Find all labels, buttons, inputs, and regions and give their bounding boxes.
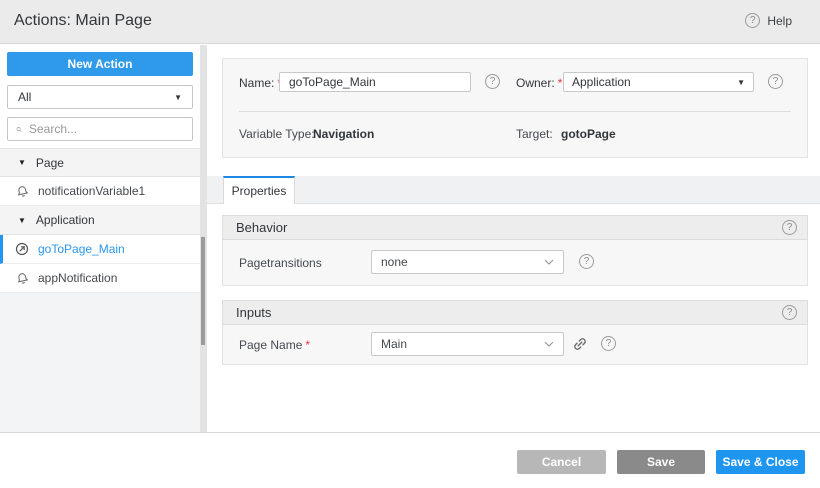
- variable-type-value: Navigation: [313, 127, 375, 141]
- inputs-section-header: Inputs ?: [222, 300, 808, 325]
- owner-select-value: Application: [572, 75, 631, 89]
- help-label: Help: [767, 13, 792, 28]
- inputs-section-body: Page Name * Main ?: [222, 325, 808, 365]
- page-title: Actions: Main Page: [14, 12, 152, 29]
- tree-item-label: appNotification: [38, 271, 118, 285]
- header-bar: Actions: Main Page ? Help: [0, 0, 820, 44]
- tree-group-page[interactable]: ▼ Page: [0, 148, 200, 177]
- behavior-help-icon[interactable]: ?: [782, 220, 797, 235]
- tree-item-notificationvariable1[interactable]: notificationVariable1: [0, 177, 200, 206]
- page-name-dropdown-value: Main: [381, 337, 408, 351]
- help-button[interactable]: ? Help: [745, 13, 792, 28]
- tree-item-label: notificationVariable1: [38, 184, 146, 198]
- save-button[interactable]: Save: [617, 450, 705, 474]
- behavior-section-body: Pagetransitions none ?: [222, 240, 808, 286]
- required-marker: *: [557, 76, 563, 90]
- behavior-section-header: Behavior ?: [222, 215, 808, 240]
- search-input[interactable]: [29, 122, 184, 136]
- search-box[interactable]: [7, 117, 193, 141]
- main-content: Name:* ? Owner:* Application ▼ ? Variabl…: [207, 45, 820, 432]
- tree-item-gotopage-main-selected[interactable]: goToPage_Main: [0, 235, 200, 264]
- bind-link-icon[interactable]: [571, 335, 589, 353]
- actions-tree: ▼ Page notificationVariable1 ▼ Applicati…: [0, 148, 200, 293]
- filter-select[interactable]: All ▼: [7, 85, 193, 109]
- new-action-button[interactable]: New Action: [7, 52, 193, 76]
- inputs-section-title: Inputs: [236, 305, 272, 320]
- behavior-section-title: Behavior: [236, 220, 288, 235]
- chevron-down-icon: [544, 341, 554, 347]
- help-icon: ?: [745, 13, 761, 28]
- page-name-dropdown[interactable]: Main: [371, 332, 564, 356]
- tree-item-appnotification[interactable]: appNotification: [0, 264, 200, 293]
- tree-group-label: Application: [35, 213, 95, 227]
- sidebar-empty-area: [0, 293, 200, 432]
- pagetransitions-dropdown-value: none: [381, 255, 408, 269]
- pagetransitions-label: Pagetransitions: [239, 256, 322, 270]
- notification-bell-icon: [15, 272, 29, 285]
- pagetransitions-dropdown[interactable]: none: [371, 250, 564, 274]
- name-help-icon[interactable]: ?: [485, 74, 500, 89]
- page-name-help-icon[interactable]: ?: [601, 336, 616, 351]
- chevron-down-icon: [544, 259, 554, 265]
- pagetransitions-help-icon[interactable]: ?: [579, 254, 594, 269]
- save-and-close-button[interactable]: Save & Close: [716, 450, 805, 474]
- tab-strip: Properties: [207, 176, 820, 204]
- collapse-caret-icon[interactable]: ▼: [18, 216, 26, 225]
- filter-select-value: All: [18, 90, 32, 104]
- name-input[interactable]: [279, 72, 471, 92]
- caret-down-icon: ▼: [737, 77, 745, 87]
- actions-editor-window: Actions: Main Page ? Help New Action All…: [0, 0, 820, 488]
- owner-help-icon[interactable]: ?: [768, 74, 783, 89]
- sidebar: New Action All ▼ ▼ Page notificationVari…: [0, 45, 200, 432]
- sidebar-scrollbar[interactable]: [201, 237, 205, 345]
- target-value: gotoPage: [561, 127, 616, 141]
- action-summary-panel: Name:* ? Owner:* Application ▼ ? Variabl…: [222, 58, 808, 158]
- tree-group-label: Page: [35, 155, 64, 170]
- cancel-button[interactable]: Cancel: [517, 450, 606, 474]
- variable-type-label: Variable Type:: [239, 127, 315, 141]
- notification-bell-icon: [15, 185, 29, 198]
- tab-properties[interactable]: Properties: [223, 176, 295, 204]
- panel-divider: [239, 111, 791, 112]
- owner-select[interactable]: Application ▼: [563, 72, 754, 92]
- target-label: Target:: [516, 127, 553, 141]
- required-marker: *: [305, 338, 311, 352]
- search-icon: [16, 126, 22, 132]
- tree-item-label: goToPage_Main: [38, 242, 125, 256]
- owner-label: Owner: *: [516, 76, 563, 90]
- footer-bar: Cancel Save Save & Close: [0, 432, 820, 488]
- page-name-label: Page Name *: [239, 338, 311, 352]
- navigate-action-icon: [15, 242, 29, 256]
- name-label: Name:*: [239, 76, 282, 90]
- tree-group-application[interactable]: ▼ Application: [0, 206, 200, 235]
- collapse-caret-icon[interactable]: ▼: [18, 158, 26, 167]
- inputs-help-icon[interactable]: ?: [782, 305, 797, 320]
- caret-down-icon: ▼: [174, 92, 182, 102]
